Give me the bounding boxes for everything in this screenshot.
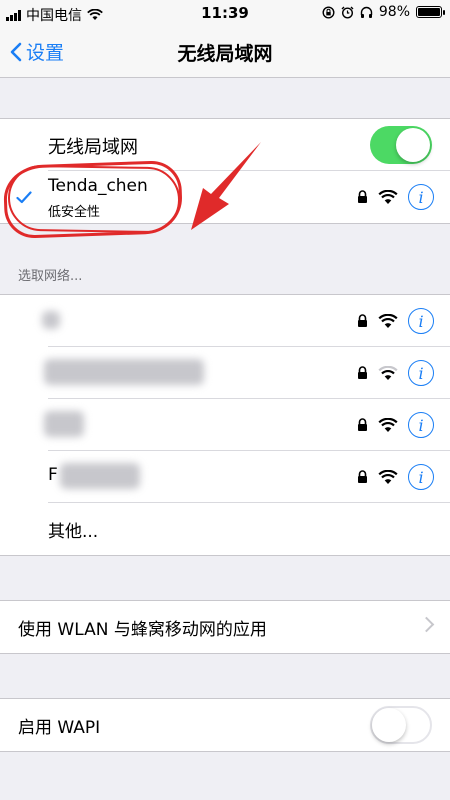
battery-icon xyxy=(416,6,445,18)
wifi-toggle-label: 无线局域网 xyxy=(48,137,138,158)
wlan-apps-label: 使用 WLAN 与蜂窝移动网的应用 xyxy=(18,620,267,640)
wifi-signal-icon xyxy=(378,189,398,204)
lock-icon xyxy=(358,418,367,431)
other-network-label: 其他... xyxy=(48,522,99,542)
info-button[interactable]: i xyxy=(408,308,434,334)
obscured-network-name xyxy=(42,311,60,329)
info-button[interactable]: i xyxy=(408,412,434,438)
wapi-row: 启用 WAPI xyxy=(0,699,450,751)
wifi-signal-icon xyxy=(378,469,398,484)
wapi-toggle[interactable] xyxy=(370,706,432,744)
info-button[interactable]: i xyxy=(408,184,434,210)
network-name: F xyxy=(48,465,58,485)
annotation-circle xyxy=(7,164,181,234)
network-status-icons: i xyxy=(357,360,434,386)
lock-icon xyxy=(358,366,367,379)
wifi-toggle[interactable] xyxy=(370,126,432,164)
headphones-icon xyxy=(360,6,373,18)
obscured-network-name xyxy=(44,359,204,385)
obscured-network-name xyxy=(60,463,140,489)
page-title: 无线局域网 xyxy=(177,43,273,65)
alarm-icon xyxy=(341,6,354,19)
navigation-bar: 设置 无线局域网 xyxy=(0,26,450,78)
wapi-label: 启用 WAPI xyxy=(18,718,101,738)
network-row[interactable]: i xyxy=(0,295,450,347)
wlan-apps-row[interactable]: 使用 WLAN 与蜂窝移动网的应用 xyxy=(0,601,450,653)
wifi-signal-weak-icon xyxy=(378,365,398,380)
network-status-icons: i xyxy=(357,308,434,334)
network-status-icons: i xyxy=(357,184,434,210)
wapi-group: 启用 WAPI xyxy=(0,698,450,752)
wifi-signal-icon xyxy=(378,417,398,432)
status-bar: 中国电信 11:39 98% xyxy=(0,0,450,26)
network-row[interactable]: i xyxy=(0,399,450,451)
toggle-knob xyxy=(396,128,430,162)
networks-list: i i i F i 其他... xyxy=(0,294,450,556)
network-row[interactable]: i xyxy=(0,347,450,399)
annotation-arrow xyxy=(191,142,261,230)
obscured-network-name xyxy=(44,411,84,437)
status-right: 98% xyxy=(322,4,445,20)
network-status-icons: i xyxy=(357,464,434,490)
network-row[interactable]: F i xyxy=(0,451,450,503)
info-button[interactable]: i xyxy=(408,360,434,386)
toggle-knob xyxy=(372,708,406,742)
lock-icon xyxy=(358,470,367,483)
orientation-lock-icon xyxy=(322,5,335,19)
lock-icon xyxy=(358,190,367,203)
choose-network-header: 选取网络... xyxy=(18,269,83,284)
chevron-right-icon xyxy=(418,616,435,633)
info-button[interactable]: i xyxy=(408,464,434,490)
other-network-row[interactable]: 其他... xyxy=(0,503,450,555)
wifi-signal-icon xyxy=(378,313,398,328)
battery-percent: 98% xyxy=(378,4,410,20)
wlan-apps-group: 使用 WLAN 与蜂窝移动网的应用 xyxy=(0,600,450,654)
network-status-icons: i xyxy=(357,412,434,438)
lock-icon xyxy=(358,314,367,327)
